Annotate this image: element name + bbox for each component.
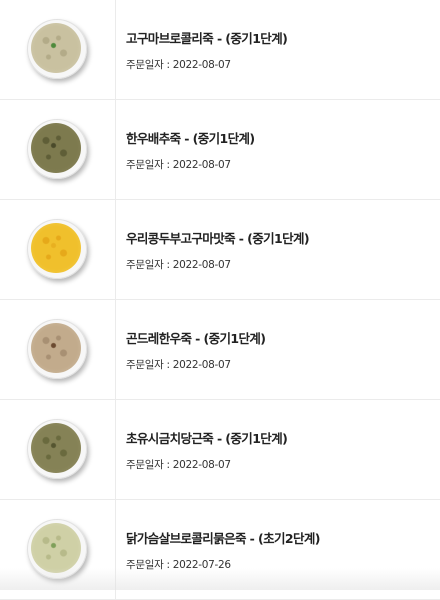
order-item[interactable]: 닭가슴살브로콜리묽은죽 - (초기2단계) 주문일자 : 2022-07-26: [0, 500, 440, 600]
order-date: 주문일자 : 2022-08-07: [126, 258, 231, 271]
porridge-image: [31, 223, 81, 273]
porridge-image: [31, 523, 81, 573]
order-info: 우리콩두부고구마맛죽 - (중기1단계) 주문일자 : 2022-08-07: [116, 200, 310, 299]
order-item[interactable]: 초유시금치당근죽 - (중기1단계) 주문일자 : 2022-08-07: [0, 400, 440, 500]
product-name[interactable]: 우리콩두부고구마맛죽 - (중기1단계): [126, 228, 310, 247]
order-date: 주문일자 : 2022-08-07: [126, 158, 231, 171]
order-item[interactable]: 곤드레한우죽 - (중기1단계) 주문일자 : 2022-08-07: [0, 300, 440, 400]
porridge-image: [31, 423, 81, 473]
product-image[interactable]: [27, 19, 87, 79]
order-item[interactable]: 우리콩두부고구마맛죽 - (중기1단계) 주문일자 : 2022-08-07: [0, 200, 440, 300]
product-name[interactable]: 초유시금치당근죽 - (중기1단계): [126, 428, 288, 447]
order-date: 주문일자 : 2022-08-07: [126, 458, 231, 471]
product-thumbnail-cell: [0, 100, 116, 199]
order-history-list: 고구마브로콜리죽 - (중기1단계) 주문일자 : 2022-08-07 한우배…: [0, 0, 440, 600]
order-info: 한우배추죽 - (중기1단계) 주문일자 : 2022-08-07: [116, 100, 255, 199]
product-thumbnail-cell: [0, 300, 116, 399]
product-image[interactable]: [27, 119, 87, 179]
product-thumbnail-cell: [0, 0, 116, 99]
product-name[interactable]: 고구마브로콜리죽 - (중기1단계): [126, 28, 288, 47]
product-thumbnail-cell: [0, 400, 116, 499]
product-thumbnail-cell: [0, 200, 116, 299]
product-thumbnail-cell: [0, 500, 116, 599]
product-image[interactable]: [27, 419, 87, 479]
porridge-image: [31, 23, 81, 73]
order-info: 곤드레한우죽 - (중기1단계) 주문일자 : 2022-08-07: [116, 300, 266, 399]
product-name[interactable]: 곤드레한우죽 - (중기1단계): [126, 328, 266, 347]
porridge-image: [31, 323, 81, 373]
order-date: 주문일자 : 2022-07-26: [126, 558, 231, 571]
product-name[interactable]: 한우배추죽 - (중기1단계): [126, 128, 255, 147]
porridge-image: [31, 123, 81, 173]
order-item[interactable]: 한우배추죽 - (중기1단계) 주문일자 : 2022-08-07: [0, 100, 440, 200]
order-date: 주문일자 : 2022-08-07: [126, 58, 231, 71]
product-image[interactable]: [27, 219, 87, 279]
product-image[interactable]: [27, 319, 87, 379]
product-name[interactable]: 닭가슴살브로콜리묽은죽 - (초기2단계): [126, 528, 321, 547]
order-info: 고구마브로콜리죽 - (중기1단계) 주문일자 : 2022-08-07: [116, 0, 288, 99]
order-item[interactable]: 고구마브로콜리죽 - (중기1단계) 주문일자 : 2022-08-07: [0, 0, 440, 100]
order-info: 닭가슴살브로콜리묽은죽 - (초기2단계) 주문일자 : 2022-07-26: [116, 500, 321, 599]
order-info: 초유시금치당근죽 - (중기1단계) 주문일자 : 2022-08-07: [116, 400, 288, 499]
product-image[interactable]: [27, 519, 87, 579]
order-date: 주문일자 : 2022-08-07: [126, 358, 231, 371]
